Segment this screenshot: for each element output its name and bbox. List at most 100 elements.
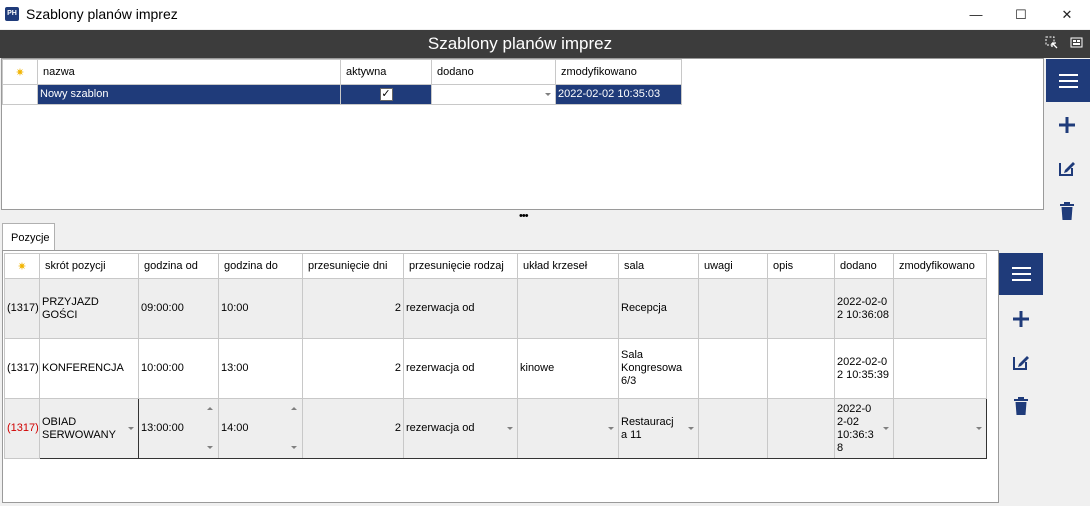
cell-przesuniecie-rodzaj[interactable]: rezerwacja od: [403, 278, 518, 339]
col-dodano[interactable]: dodano: [431, 59, 556, 85]
chevron-down-icon[interactable]: [688, 426, 694, 430]
cell-sala[interactable]: Restauracj a 11: [618, 398, 699, 459]
col-nazwa[interactable]: nazwa: [37, 59, 341, 85]
chevron-down-icon[interactable]: [128, 426, 134, 430]
cell-godzina-do[interactable]: 13:00: [218, 338, 303, 399]
col-godzina-do[interactable]: godzina do: [218, 253, 303, 279]
top-edit-button[interactable]: [1052, 153, 1082, 183]
bottom-add-button[interactable]: [1006, 304, 1036, 334]
col-sala[interactable]: sala: [618, 253, 699, 279]
chevron-down-icon[interactable]: [608, 426, 614, 430]
layout-icon[interactable]: [1069, 36, 1083, 50]
cell-opis[interactable]: [767, 338, 835, 399]
spin-down-icon[interactable]: [291, 446, 297, 449]
cell-aktywna[interactable]: ✓: [340, 84, 432, 105]
col-aktywna[interactable]: aktywna: [340, 59, 432, 85]
row-id: (1317): [2, 84, 38, 105]
cell-uklad[interactable]: [517, 398, 619, 459]
col-opis[interactable]: opis: [767, 253, 835, 279]
top-delete-button[interactable]: [1052, 196, 1082, 226]
cell-dodano[interactable]: [431, 84, 556, 105]
cell-uklad[interactable]: kinowe: [517, 338, 619, 399]
col-uwagi[interactable]: uwagi: [698, 253, 768, 279]
chevron-down-icon[interactable]: [507, 426, 513, 430]
cell-przesuniecie-rodzaj[interactable]: rezerwacja od: [403, 398, 518, 459]
col-przesuniecie-dni[interactable]: przesunięcie dni: [302, 253, 404, 279]
top-add-button[interactable]: [1052, 110, 1082, 140]
top-menu-button[interactable]: [1046, 59, 1090, 102]
cell-dodano[interactable]: 2022-0 2-02 10:36:3 8: [834, 398, 894, 459]
app-icon: PH: [5, 7, 19, 21]
bottom-edit-button[interactable]: [1006, 347, 1036, 377]
trash-icon: [1060, 202, 1074, 220]
cell-przesuniecie-dni[interactable]: 2: [302, 278, 404, 339]
cell-zmodyfikowano[interactable]: [893, 278, 987, 339]
cell-sala[interactable]: Sala Kongresowa 6/3: [618, 338, 699, 399]
table-row[interactable]: (1317) PRZYJAZD GOŚCI 09:00:00 10:00 2 r…: [4, 278, 987, 339]
grid-header-icon[interactable]: ✷: [4, 253, 40, 279]
cell-opis[interactable]: [767, 278, 835, 339]
trash-icon: [1014, 397, 1028, 415]
cell-uwagi[interactable]: [698, 398, 768, 459]
maximize-button[interactable]: ☐: [998, 0, 1044, 29]
cell-godzina-od[interactable]: 13:00:00: [138, 398, 219, 459]
close-button[interactable]: ✕: [1044, 0, 1090, 29]
cell-przesuniecie-dni[interactable]: 2: [302, 338, 404, 399]
col-zmodyfikowano[interactable]: zmodyfikowano: [893, 253, 987, 279]
cell-godzina-od-value: 13:00:00: [141, 422, 184, 434]
row-id: (1317): [4, 398, 40, 459]
chevron-down-icon[interactable]: [545, 92, 551, 96]
grid-header-icon[interactable]: ✷: [2, 59, 38, 85]
spin-up-icon[interactable]: [291, 407, 297, 410]
cell-uwagi[interactable]: [698, 338, 768, 399]
cell-zmodyfikowano[interactable]: [893, 338, 987, 399]
cell-uwagi[interactable]: [698, 278, 768, 339]
select-area-icon[interactable]: [1044, 36, 1058, 50]
cell-nazwa[interactable]: Nowy szablon: [37, 84, 341, 105]
col-uklad-krzesel[interactable]: układ krzeseł: [517, 253, 619, 279]
table-row-editing[interactable]: (1317) OBIAD SERWOWANY 13:00:00 14:00 2 …: [4, 398, 987, 459]
table-row[interactable]: (1317) KONFERENCJA 10:00:00 13:00 2 reze…: [4, 338, 987, 399]
edit-icon: [1059, 162, 1075, 176]
bottom-menu-button[interactable]: [999, 253, 1043, 295]
positions-grid: ✷ skrót pozycji godzina od godzina do pr…: [4, 253, 987, 459]
chevron-down-icon[interactable]: [976, 426, 982, 430]
col-skrot[interactable]: skrót pozycji: [39, 253, 139, 279]
plus-icon: [1013, 311, 1029, 327]
cell-godzina-od[interactable]: 10:00:00: [138, 338, 219, 399]
cell-skrot[interactable]: OBIAD SERWOWANY: [39, 398, 139, 459]
cell-zmodyfikowano[interactable]: [893, 398, 987, 459]
templates-grid: ✷ nazwa aktywna dodano zmodyfikowano (13…: [2, 59, 682, 105]
spin-down-icon[interactable]: [207, 446, 213, 449]
active-checkbox[interactable]: ✓: [379, 88, 393, 101]
col-dodano[interactable]: dodano: [834, 253, 894, 279]
cell-dodano[interactable]: 2022-02-0 2 10:35:39: [834, 338, 894, 399]
page-title: Szablony planów imprez: [427, 34, 613, 53]
cell-godzina-od[interactable]: 09:00:00: [138, 278, 219, 339]
cell-godzina-do[interactable]: 14:00: [218, 398, 303, 459]
splitter-handle[interactable]: •••: [519, 210, 529, 222]
col-zmodyfikowano[interactable]: zmodyfikowano: [555, 59, 682, 85]
bottom-delete-button[interactable]: [1006, 391, 1036, 421]
cell-skrot[interactable]: PRZYJAZD GOŚCI: [39, 278, 139, 339]
cell-godzina-do[interactable]: 10:00: [218, 278, 303, 339]
cell-sala-value: Restauracj a 11: [621, 415, 674, 441]
row-id: (1317): [4, 278, 40, 339]
tab-pozycje[interactable]: Pozycje: [2, 223, 55, 251]
col-przesuniecie-rodzaj[interactable]: przesunięcie rodzaj: [403, 253, 518, 279]
cell-zmodyfikowano[interactable]: 2022-02-02 10:35:03: [555, 84, 682, 105]
plus-icon: [1059, 117, 1075, 133]
cell-skrot[interactable]: KONFERENCJA: [39, 338, 139, 399]
chevron-down-icon[interactable]: [883, 426, 889, 430]
cell-sala[interactable]: Recepcja: [618, 278, 699, 339]
minimize-button[interactable]: —: [953, 0, 999, 29]
cell-przesuniecie-rodzaj[interactable]: rezerwacja od: [403, 338, 518, 399]
cell-opis[interactable]: [767, 398, 835, 459]
cell-uklad[interactable]: [517, 278, 619, 339]
col-godzina-od[interactable]: godzina od: [138, 253, 219, 279]
cell-skrot-value: OBIAD SERWOWANY: [42, 415, 116, 441]
cell-przesuniecie-dni[interactable]: 2: [302, 398, 404, 459]
spin-up-icon[interactable]: [207, 407, 213, 410]
cell-dodano[interactable]: 2022-02-0 2 10:36:08: [834, 278, 894, 339]
table-row[interactable]: (1317) Nowy szablon ✓ 2022-02-02 10:35:0…: [2, 84, 682, 105]
